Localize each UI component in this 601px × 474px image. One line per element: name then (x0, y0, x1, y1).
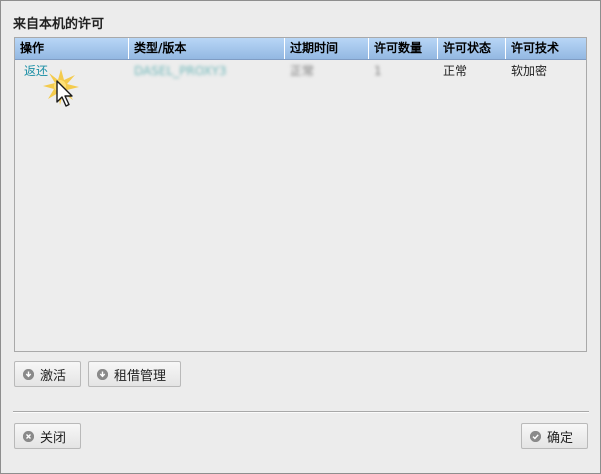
download-icon (97, 368, 108, 380)
column-header-expiry[interactable]: 过期时间 (285, 38, 369, 59)
close-icon (23, 430, 34, 442)
column-header-technology[interactable]: 许可技术 (506, 38, 586, 59)
license-dialog: 来自本机的许可 操作 类型/版本 过期时间 许可数量 许可状态 许可技术 返还 … (0, 0, 601, 474)
cell-expiry: 正常 (290, 64, 315, 78)
cell-status: 正常 (443, 64, 468, 78)
cell-technology: 软加密 (511, 64, 548, 78)
lease-manage-button-label: 租借管理 (114, 368, 167, 384)
mouse-cursor-icon (43, 69, 79, 107)
lease-manage-button[interactable]: 租借管理 (88, 361, 181, 387)
table-row[interactable]: 返还 DASEL_PROXY3 正常 1 正常 软加密 (15, 60, 586, 82)
activate-button[interactable]: 激活 (14, 361, 81, 387)
activate-button-label: 激活 (40, 368, 67, 384)
cell-count: 1 (374, 64, 382, 78)
column-header-count[interactable]: 许可数量 (369, 38, 438, 59)
section-title: 来自本机的许可 (13, 17, 105, 32)
license-table: 操作 类型/版本 过期时间 许可数量 许可状态 许可技术 返还 DASEL_PR… (14, 37, 587, 352)
ok-button[interactable]: 确定 (521, 423, 588, 449)
close-button[interactable]: 关闭 (14, 423, 81, 449)
column-header-status[interactable]: 许可状态 (438, 38, 506, 59)
table-header: 操作 类型/版本 过期时间 许可数量 许可状态 许可技术 (15, 38, 586, 60)
column-header-type-version[interactable]: 类型/版本 (129, 38, 285, 59)
download-icon (23, 368, 34, 380)
ok-button-label: 确定 (547, 430, 574, 446)
check-icon (530, 430, 541, 442)
column-header-action[interactable]: 操作 (15, 38, 129, 59)
cell-type-version: DASEL_PROXY3 (134, 64, 227, 78)
divider (13, 411, 589, 413)
close-button-label: 关闭 (40, 430, 67, 446)
